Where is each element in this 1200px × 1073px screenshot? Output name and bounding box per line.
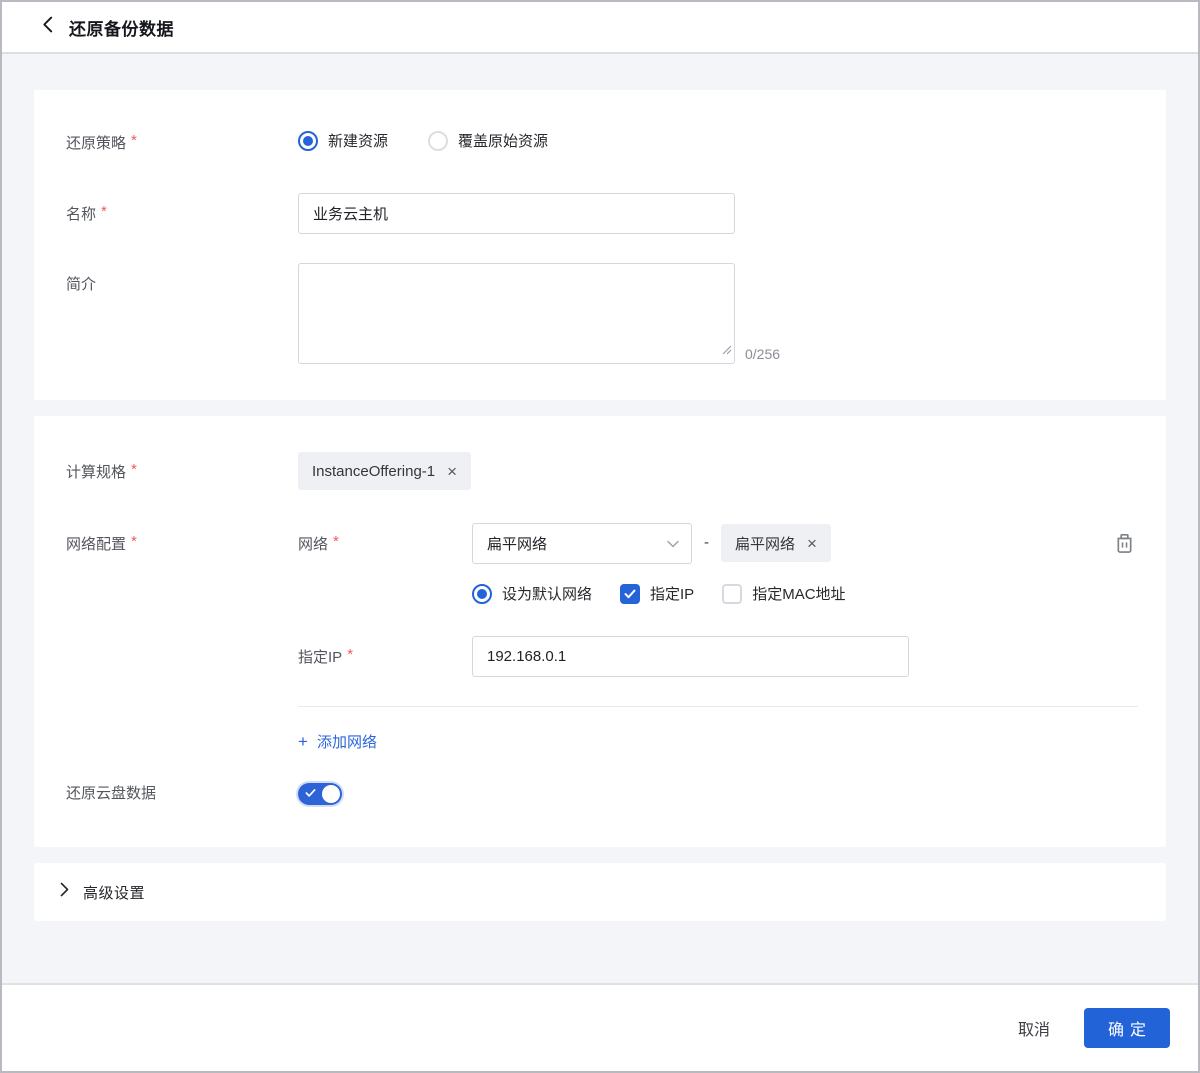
remove-tag-icon[interactable]: × xyxy=(447,463,457,480)
basic-info-card: 还原策略 * 新建资源 覆盖原始资源 名称 * xyxy=(34,90,1166,400)
restore-strategy-label: 还原策略 * xyxy=(66,130,298,153)
radio-icon[interactable] xyxy=(472,584,492,604)
advanced-settings-label: 高级设置 xyxy=(83,882,145,903)
required-marker: * xyxy=(101,203,107,220)
char-counter: 0/256 xyxy=(745,346,780,364)
radio-icon[interactable] xyxy=(298,131,318,151)
name-row: 名称 * xyxy=(34,193,1166,234)
compute-network-card: 计算规格 * InstanceOffering-1 × 网络配置 * 网络 xyxy=(34,416,1166,847)
check-icon xyxy=(624,589,636,599)
restore-volume-toggle[interactable] xyxy=(298,783,342,805)
page-header: 还原备份数据 xyxy=(2,2,1198,54)
required-marker: * xyxy=(131,533,137,550)
chevron-right-icon xyxy=(60,882,69,902)
restore-volume-row: 还原云盘数据 xyxy=(34,782,1166,805)
name-input[interactable] xyxy=(298,193,735,234)
checkbox-icon[interactable] xyxy=(722,584,742,604)
assign-ip-row: 指定IP * xyxy=(298,636,1134,677)
restore-backup-page: 还原备份数据 还原策略 * 新建资源 覆盖原始资源 xyxy=(0,0,1200,1073)
required-marker: * xyxy=(131,461,137,478)
cancel-button[interactable]: 取消 xyxy=(1018,1016,1050,1040)
assign-ip-input[interactable] xyxy=(472,636,909,677)
restore-strategy-options: 新建资源 覆盖原始资源 xyxy=(298,130,548,151)
network-config-row: 网络配置 * 网络 * 扁平网络 xyxy=(34,523,1166,677)
description-row: 简介 0/256 xyxy=(34,263,1166,364)
l3-network-tag: 扁平网络 × xyxy=(721,524,831,562)
delete-network-button[interactable] xyxy=(1115,523,1134,554)
radio-icon[interactable] xyxy=(428,131,448,151)
advanced-settings-toggle[interactable]: 高级设置 xyxy=(34,863,1166,921)
name-label: 名称 * xyxy=(66,193,298,224)
check-icon xyxy=(305,788,316,798)
page-title: 还原备份数据 xyxy=(69,15,174,40)
confirm-button[interactable]: 确定 xyxy=(1084,1008,1170,1048)
add-network-link[interactable]: + 添加网络 xyxy=(298,731,377,752)
radio-option-overwrite-original[interactable]: 覆盖原始资源 xyxy=(428,130,548,151)
network-options-line: 设为默认网络 指定IP 指定MAC地址 xyxy=(472,583,1134,604)
network-config-label: 网络配置 * xyxy=(66,523,298,554)
instance-offering-tag: InstanceOffering-1 × xyxy=(298,452,471,490)
form-body: 还原策略 * 新建资源 覆盖原始资源 名称 * xyxy=(2,54,1198,983)
assign-mac-checkbox[interactable]: 指定MAC地址 xyxy=(722,583,845,604)
assign-ip-checkbox[interactable]: 指定IP xyxy=(620,583,694,604)
description-label: 简介 xyxy=(66,263,298,294)
network-select-line: 网络 * 扁平网络 - 扁平网络 × xyxy=(298,523,1134,564)
network-divider xyxy=(298,706,1138,707)
back-button[interactable] xyxy=(42,16,53,38)
description-textarea[interactable] xyxy=(298,263,735,364)
remove-tag-icon[interactable]: × xyxy=(807,535,817,552)
network-config-control: 网络 * 扁平网络 - 扁平网络 × xyxy=(298,523,1134,677)
checkbox-icon[interactable] xyxy=(620,584,640,604)
trash-icon xyxy=(1115,533,1134,554)
instance-offering-row: 计算规格 * InstanceOffering-1 × xyxy=(34,452,1166,490)
chevron-left-icon xyxy=(42,16,53,38)
separator: - xyxy=(704,523,709,551)
required-marker: * xyxy=(131,132,137,149)
page-footer: 取消 确定 xyxy=(2,983,1198,1071)
restore-volume-label: 还原云盘数据 xyxy=(66,782,298,803)
assign-ip-label: 指定IP * xyxy=(298,636,472,667)
restore-strategy-row: 还原策略 * 新建资源 覆盖原始资源 xyxy=(34,130,1166,153)
required-marker: * xyxy=(347,646,353,667)
required-marker: * xyxy=(333,533,339,554)
network-label: 网络 * xyxy=(298,523,472,554)
default-network-radio[interactable]: 设为默认网络 xyxy=(472,583,592,604)
network-select[interactable]: 扁平网络 xyxy=(472,523,692,564)
toggle-knob xyxy=(322,785,340,803)
description-control: 0/256 xyxy=(298,263,780,364)
plus-icon: + xyxy=(298,733,308,750)
chevron-down-icon xyxy=(667,535,679,553)
instance-offering-label: 计算规格 * xyxy=(66,452,298,482)
radio-option-new-resource[interactable]: 新建资源 xyxy=(298,130,388,151)
